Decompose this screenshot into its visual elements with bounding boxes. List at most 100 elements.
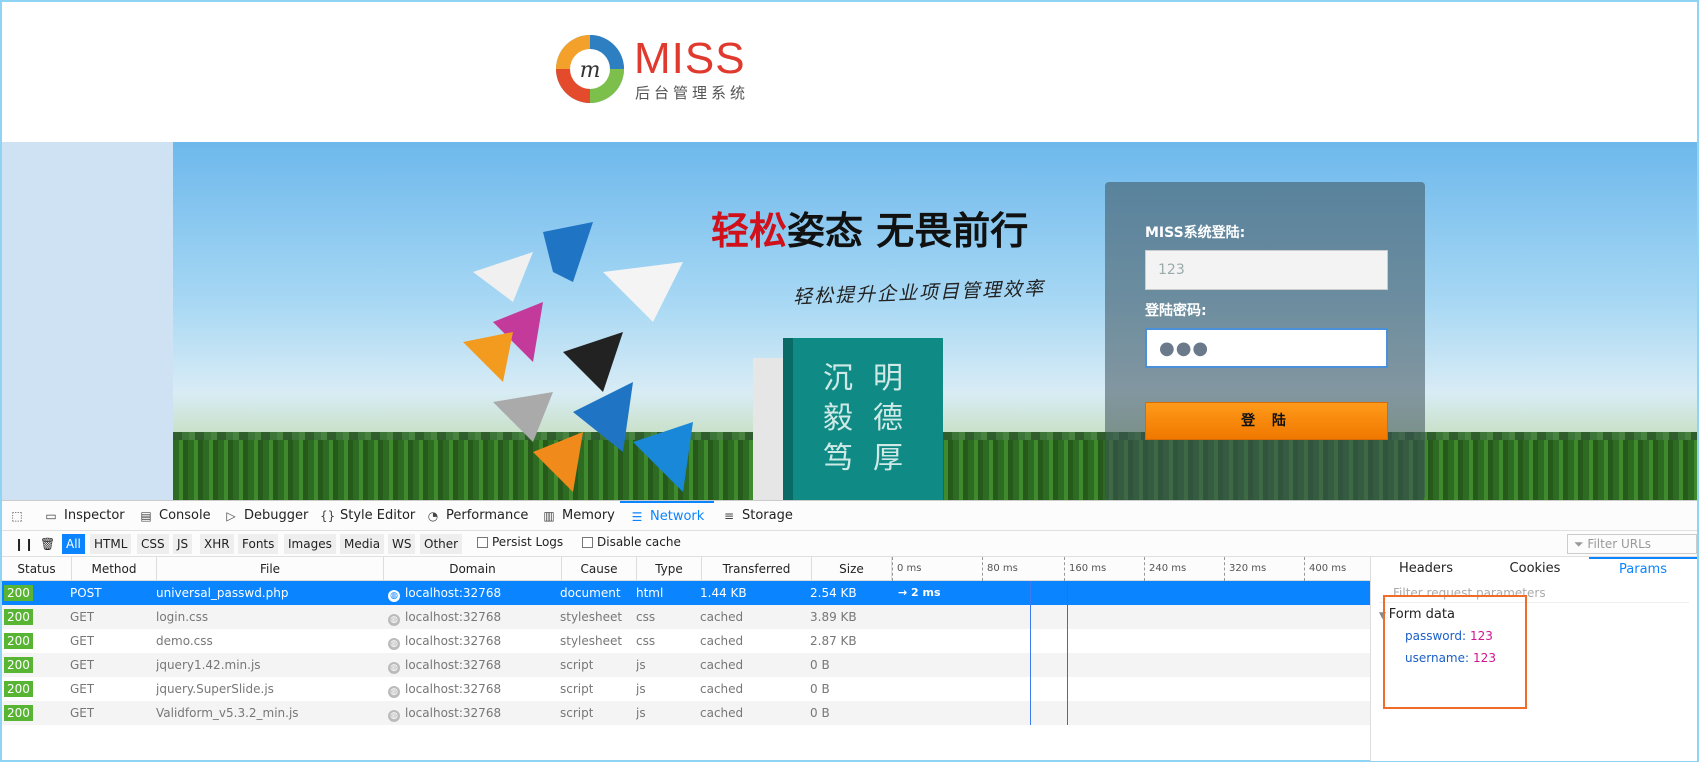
domain-cell: ◍ localhost:32768 (388, 605, 501, 629)
size-cell: 0 B (810, 658, 830, 672)
tab-debugger[interactable]: ▷ Debugger (224, 501, 308, 531)
tab-params[interactable]: Params (1589, 557, 1697, 581)
timeline-tick: 400 ms (1304, 557, 1346, 581)
column-file[interactable]: File (157, 557, 384, 581)
logo-title: MISS (634, 34, 746, 83)
devtools-tab-bar: ⬚ ▭ Inspector ▤ Console ▷ Debugger {} Style … (2, 501, 1697, 531)
status-badge: 200 (4, 609, 33, 625)
filter-media[interactable]: Media (340, 534, 385, 554)
size-cell: 0 B (810, 682, 830, 696)
type-cell: html (636, 586, 664, 600)
persist-logs-checkbox[interactable]: Persist Logs (477, 535, 563, 549)
table-row[interactable]: 200 GET login.css ◍ localhost:32768 style… (2, 605, 1370, 629)
tab-inspector[interactable]: ▭ Inspector (44, 501, 124, 531)
cause-cell: script (560, 658, 594, 672)
tab-memory[interactable]: ▥ Memory (542, 501, 615, 531)
filter-all[interactable]: All (62, 534, 85, 554)
tab-cookies[interactable]: Cookies (1481, 557, 1589, 581)
console-icon: ▤ (140, 509, 152, 523)
tab-style-editor[interactable]: {} Style Editor (320, 501, 415, 531)
timeline-tick: 240 ms (1144, 557, 1186, 581)
storage-icon: ≡ (723, 509, 735, 523)
cause-cell: stylesheet (560, 610, 623, 624)
cause-cell: script (560, 682, 594, 696)
method-cell: GET (70, 634, 95, 648)
timeline-tick: 80 ms (982, 557, 1018, 581)
status-badge: 200 (4, 657, 33, 673)
file-cell: jquery1.42.min.js (156, 658, 261, 672)
filter-images[interactable]: Images (284, 534, 336, 554)
tab-performance[interactable]: ◔ Performance (426, 501, 529, 531)
table-row[interactable]: 200 GET demo.css ◍ localhost:32768 styles… (2, 629, 1370, 653)
file-cell: universal_passwd.php (156, 586, 289, 600)
book-character: 毅 (823, 401, 853, 436)
book-character: 德 (873, 401, 903, 436)
filter-css[interactable]: CSS (137, 534, 169, 554)
file-cell: demo.css (156, 634, 213, 648)
type-cell: js (636, 658, 646, 672)
file-cell: login.css (156, 610, 209, 624)
type-cell: css (636, 634, 656, 648)
filter-js[interactable]: JS (173, 534, 193, 554)
password-label: 登陆密码: (1145, 303, 1207, 319)
element-picker-button[interactable]: ⬚ (10, 501, 24, 531)
type-cell: js (636, 682, 646, 696)
clear-button[interactable]: 🗑 (36, 534, 59, 554)
book-illustration: 沉毅笃 明德厚 (753, 338, 943, 500)
method-cell: POST (70, 586, 102, 600)
book-character: 明 (873, 361, 903, 396)
username-label: MISS系统登陆: (1145, 225, 1246, 241)
domain-cell: ◍ localhost:32768 (388, 653, 501, 677)
column-domain[interactable]: Domain (384, 557, 562, 581)
table-row[interactable]: 200 GET Validform_v5.3.2_min.js ◍ localho… (2, 701, 1370, 725)
tab-headers[interactable]: Headers (1371, 557, 1481, 581)
file-cell: jquery.SuperSlide.js (156, 682, 274, 696)
domain-cell: ◍ localhost:32768 (388, 581, 501, 605)
slogan-subline: 轻松提升企业项目管理效率 (792, 277, 1046, 309)
banner-side-panel (2, 142, 173, 500)
filter-fonts[interactable]: Fonts (238, 534, 279, 554)
globe-icon: ◍ (388, 590, 400, 602)
type-cell: css (636, 610, 656, 624)
request-table-header: Status Method File Domain Cause Type Tra… (2, 557, 1370, 581)
filter-html[interactable]: HTML (90, 534, 132, 554)
book-character: 笃 (823, 441, 853, 476)
column-transferred[interactable]: Transferred (702, 557, 812, 581)
filter-xhr[interactable]: XHR (200, 534, 234, 554)
tab-network[interactable]: ☰ Network (620, 501, 715, 531)
timeline-tick: 320 ms (1224, 557, 1266, 581)
filter-ws[interactable]: WS (388, 534, 416, 554)
column-size[interactable]: Size (812, 557, 892, 581)
login-submit-button[interactable]: 登 陆 (1145, 402, 1388, 440)
status-badge: 200 (4, 585, 33, 601)
filter-other[interactable]: Other (420, 534, 463, 554)
status-badge: 200 (4, 633, 33, 649)
username-field[interactable]: 123 (1145, 250, 1388, 290)
checkbox-icon (477, 536, 488, 548)
globe-icon: ◍ (388, 638, 400, 650)
method-cell: GET (70, 658, 95, 672)
style-editor-icon: {} (320, 509, 336, 523)
column-type[interactable]: Type (637, 557, 702, 581)
load-marker (1067, 581, 1068, 725)
filter-urls-input[interactable]: ⏷ Filter URLs (1567, 534, 1697, 554)
tab-console[interactable]: ▤ Console (139, 501, 210, 531)
svg-text:m: m (580, 58, 601, 83)
table-row[interactable]: 200 GET jquery1.42.min.js ◍ localhost:327… (2, 653, 1370, 677)
column-status[interactable]: Status (2, 557, 72, 581)
globe-icon: ◍ (388, 662, 400, 674)
cause-cell: script (560, 706, 594, 720)
cause-cell: stylesheet (560, 634, 623, 648)
table-row[interactable]: 200 POST universal_passwd.php ◍ localhost… (2, 581, 1370, 605)
column-cause[interactable]: Cause (562, 557, 637, 581)
table-row[interactable]: 200 GET jquery.SuperSlide.js ◍ localhost:… (2, 677, 1370, 701)
memory-icon: ▥ (543, 509, 555, 523)
tab-storage[interactable]: ≡ Storage (722, 501, 793, 531)
password-field[interactable]: ●●● (1145, 328, 1388, 368)
pause-icon: ❙❙ (14, 537, 35, 551)
disable-cache-checkbox[interactable]: Disable cache (582, 535, 681, 549)
column-method[interactable]: Method (72, 557, 157, 581)
size-cell: 2.87 KB (810, 634, 857, 648)
domain-cell: ◍ localhost:32768 (388, 677, 501, 701)
pause-button[interactable]: ❙❙ (10, 534, 38, 554)
